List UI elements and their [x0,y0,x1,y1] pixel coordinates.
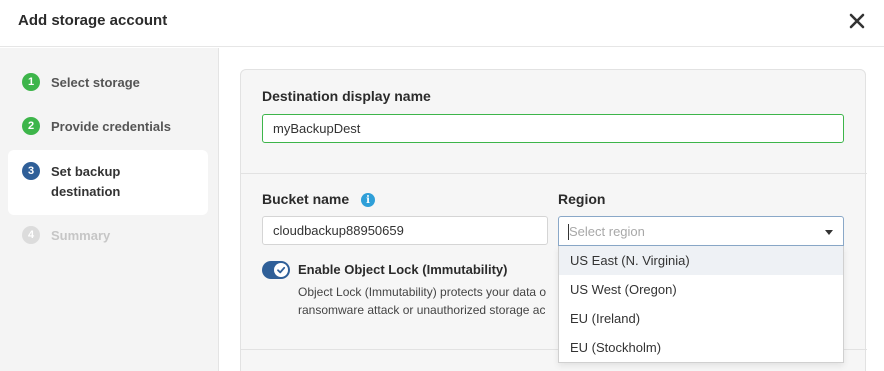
close-button[interactable] [846,10,868,32]
step-set-backup-destination[interactable]: 3 Set backup destination [8,150,208,215]
step-number: 3 [22,162,40,180]
region-option[interactable]: US East (N. Virginia) [559,246,843,275]
object-lock-label: Enable Object Lock (Immutability) [298,262,508,277]
bucket-name-label: Bucket name [262,191,350,207]
text-cursor [568,224,569,240]
step-provide-credentials[interactable]: 2 Provide credentials [8,117,208,137]
region-option[interactable]: EU (Ireland) [559,304,843,333]
step-label-line: destination [51,184,121,199]
step-label: Provide credentials [51,119,171,134]
wizard-steps-sidebar: 1 Select storage 2 Provide credentials 3… [0,48,219,371]
bucket-name-input[interactable] [262,216,548,245]
object-lock-description: ransomware attack or unauthorized storag… [298,303,546,317]
info-icon[interactable]: i [361,193,375,207]
close-icon[interactable] [846,10,868,32]
region-label: Region [558,191,606,207]
step-summary: 4 Summary [8,226,208,246]
step-label: Summary [51,228,111,243]
region-select[interactable]: Select region [558,216,844,246]
step-number: 4 [22,226,40,244]
step-number: 1 [22,73,40,91]
toggle-knob [274,263,288,277]
step-number: 2 [22,117,40,135]
object-lock-description: Object Lock (Immutability) protects your… [298,285,547,299]
section-divider [241,173,867,174]
region-option[interactable]: US West (Oregon) [559,275,843,304]
step-label: Select storage [51,75,140,90]
dialog-title: Add storage account [18,12,168,29]
step-label-line: Set backup [51,164,121,179]
step-label: Set backup destination [51,162,120,202]
dialog-header: Add storage account [0,0,884,47]
checkmark-icon [277,266,286,274]
destination-name-input[interactable] [262,114,844,143]
chevron-down-icon[interactable] [825,230,833,235]
region-placeholder: Select region [569,223,645,239]
destination-name-label: Destination display name [262,88,431,104]
region-dropdown: US East (N. Virginia) US West (Oregon) E… [558,246,844,363]
object-lock-toggle[interactable] [262,261,290,279]
region-option[interactable]: EU (Stockholm) [559,333,843,362]
step-select-storage[interactable]: 1 Select storage [8,73,208,93]
